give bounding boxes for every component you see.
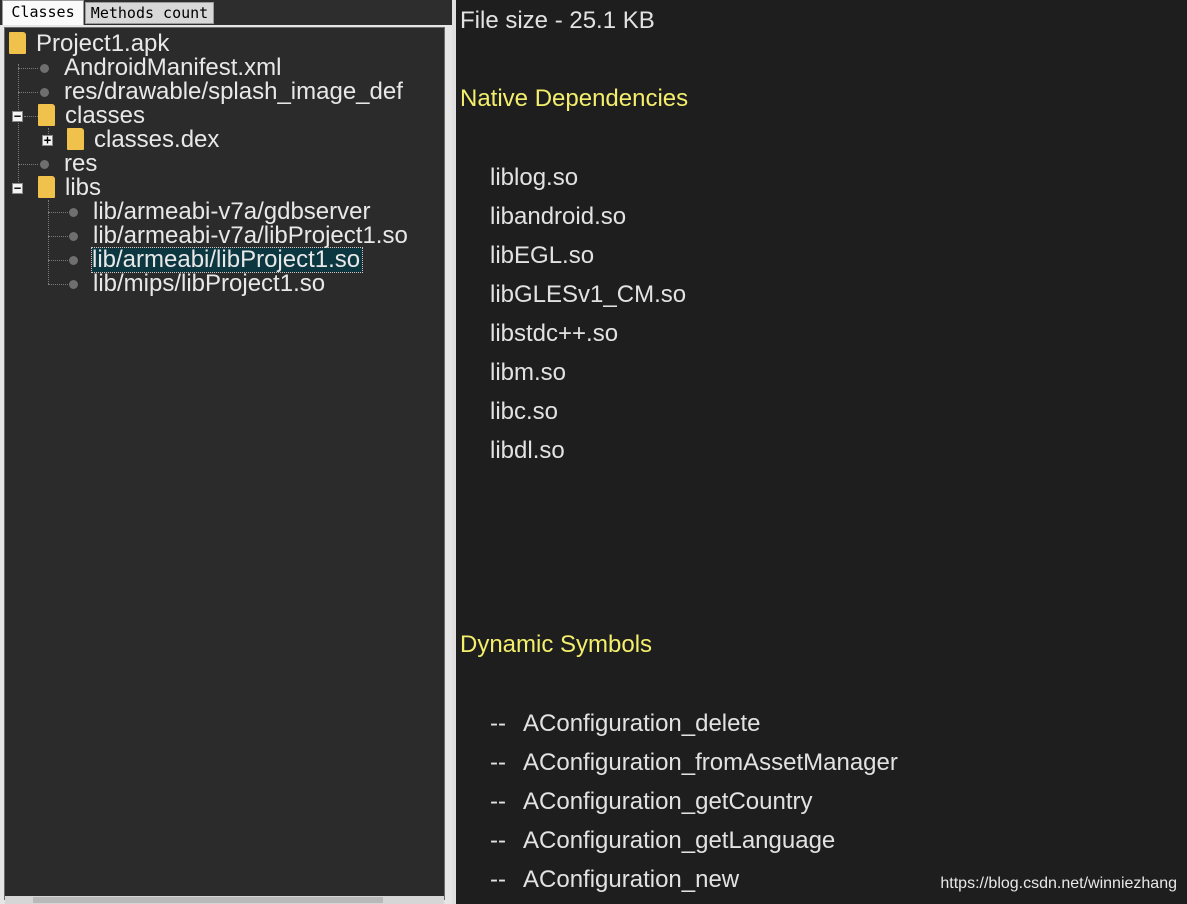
folder-icon (9, 32, 26, 54)
file-dot-icon (40, 160, 49, 169)
tree-item-lib-selected[interactable]: lib/armeabi/libProject1.so (90, 247, 364, 273)
symbol-prefix: -- (490, 827, 506, 854)
tree-item-lib[interactable]: lib/armeabi-v7a/gdbserver (93, 200, 370, 224)
native-dep-item: libc.so (490, 398, 559, 425)
tree-connector-line (18, 92, 38, 93)
tree-item-libs[interactable]: libs (65, 176, 101, 200)
native-dep-item: libstdc++.so (490, 320, 619, 347)
file-size-text: File size - 25.1 KB (460, 7, 655, 34)
symbol-prefix: -- (490, 749, 506, 776)
tree-connector-line (18, 68, 38, 69)
tree-item-root[interactable]: Project1.apk (36, 32, 169, 56)
tree-item-manifest[interactable]: AndroidManifest.xml (64, 56, 281, 80)
folder-icon (38, 104, 55, 126)
symbol-name: AConfiguration_getLanguage (523, 827, 836, 854)
symbol-name: AConfiguration_delete (523, 710, 761, 737)
folder-icon (67, 128, 84, 150)
tree-item-classes[interactable]: classes (65, 104, 145, 128)
tree-connector-line (18, 164, 38, 165)
native-dep-item: liblog.so (490, 164, 579, 191)
folder-icon (38, 176, 55, 198)
apk-tree-view[interactable]: Project1.apk AndroidManifest.xml res/dra… (4, 27, 445, 900)
native-dep-item: libdl.so (490, 437, 565, 464)
watermark-text: https://blog.csdn.net/winniezhang (940, 875, 1177, 892)
scrollbar-thumb[interactable] (33, 897, 383, 903)
file-dot-icon (69, 232, 78, 241)
native-deps-heading: Native Dependencies (460, 85, 689, 112)
expand-icon[interactable]: + (42, 134, 53, 146)
file-dot-icon (69, 208, 78, 217)
tree-connector-line (48, 236, 68, 237)
tree-item-res[interactable]: res (64, 152, 97, 176)
native-dep-item: libEGL.so (490, 242, 595, 269)
tree-panel: Classes Methods count Project1.apk Andro… (0, 0, 452, 904)
tab-bar: Classes Methods count (0, 0, 452, 25)
tree-connector-line (48, 212, 68, 213)
symbol-prefix: -- (490, 866, 506, 893)
native-dep-item: libandroid.so (490, 203, 627, 230)
file-dot-icon (69, 256, 78, 265)
file-dot-icon (40, 88, 49, 97)
symbol-name: AConfiguration_getCountry (523, 788, 813, 815)
native-dep-item: libm.so (490, 359, 567, 386)
collapse-icon[interactable]: − (12, 182, 23, 194)
symbol-name: AConfiguration_fromAssetManager (523, 749, 898, 776)
tree-item-lib[interactable]: lib/armeabi-v7a/libProject1.so (93, 224, 408, 248)
symbol-name: AConfiguration_new (523, 866, 740, 893)
tree-connector-line (24, 116, 38, 117)
details-panel: File size - 25.1 KB Native Dependencies … (456, 0, 1187, 904)
tree-item-lib[interactable]: lib/mips/libProject1.so (93, 272, 325, 296)
tree-item-classes-dex[interactable]: classes.dex (94, 128, 219, 152)
file-dot-icon (69, 280, 78, 289)
tree-item-splash[interactable]: res/drawable/splash_image_def (64, 80, 403, 104)
horizontal-scrollbar[interactable] (5, 896, 444, 904)
file-dot-icon (40, 64, 49, 73)
app-window: Classes Methods count Project1.apk Andro… (0, 0, 1187, 904)
tab-classes[interactable]: Classes (2, 0, 84, 25)
native-dep-item: libGLESv1_CM.so (490, 281, 687, 308)
tree-connector-line (18, 64, 19, 188)
collapse-icon[interactable]: − (12, 110, 23, 122)
tab-methods-count[interactable]: Methods count (85, 2, 214, 24)
dynamic-symbols-heading: Dynamic Symbols (460, 631, 653, 658)
symbol-prefix: -- (490, 788, 506, 815)
symbol-prefix: -- (490, 710, 506, 737)
tree-connector-line (48, 284, 68, 285)
tree-connector-line (48, 260, 68, 261)
